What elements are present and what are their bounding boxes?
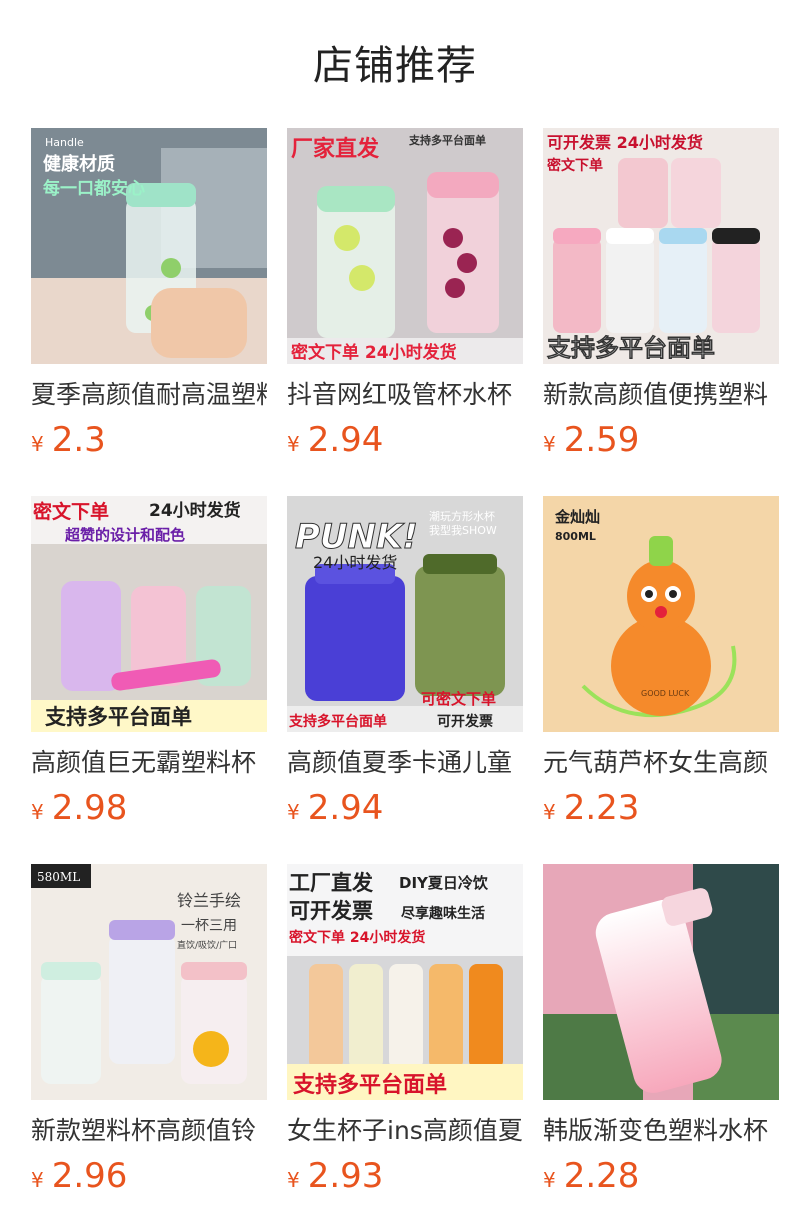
image-text: 支持多平台面单 — [547, 334, 715, 362]
image-text: GOOD LUCK — [641, 689, 690, 698]
image-text: 铃兰手绘 — [177, 891, 241, 910]
image-text: 直饮/吸饮/广口 — [177, 939, 237, 951]
image-text: 支持多平台面单 — [293, 1072, 447, 1098]
image-text: 厂家直发 — [291, 136, 380, 162]
image-text: 我型我SHOW — [429, 523, 497, 537]
image-text: 超赞的设计和配色 — [64, 526, 185, 544]
product-illustration: 金灿灿 800ML GOOD LUCK — [543, 496, 779, 732]
image-text: 尽享趣味生活 — [401, 905, 485, 922]
image-text: 密文下单 — [33, 500, 109, 523]
product-image[interactable]: 厂家直发 支持多平台面单 密文下单 24小时发货 — [287, 128, 523, 364]
product-name[interactable]: 元气葫芦杯女生高颜 — [543, 746, 779, 780]
price-value: 2.23 — [563, 788, 640, 828]
product-illustration: 580ML 铃兰手绘 一杯三用 直饮/吸饮/广口 — [31, 864, 267, 1100]
price-value: 2.94 — [307, 420, 384, 460]
product-illustration: 厂家直发 支持多平台面单 密文下单 24小时发货 — [287, 128, 523, 364]
price-value: 2.59 — [563, 420, 640, 460]
product-illustration: PUNK! 潮玩方形水杯 我型我SHOW 24小时发货 可密文下单 支持多平台面… — [287, 496, 523, 732]
product-image[interactable]: Handle 健康材质 每一口都安心 — [31, 128, 267, 364]
currency-symbol: ¥ — [31, 800, 44, 824]
image-text: 可密文下单 — [421, 690, 496, 708]
price-value: 2.96 — [51, 1156, 128, 1196]
product-price: ¥2.94 — [287, 418, 523, 462]
image-text: 24小时发货 — [149, 500, 241, 521]
store-recommendations-page: 店铺推荐 Handle 健康材质 每一口都安心 夏季高颜值耐高温塑料 ¥ 2.3… — [0, 0, 790, 1232]
product-name[interactable]: 韩版渐变色塑料水杯 — [543, 1114, 779, 1148]
image-text: 一杯三用 — [181, 918, 237, 934]
product-image[interactable]: 密文下单 24小时发货 超赞的设计和配色 支持多平台面单 — [31, 496, 267, 732]
image-text: 密文下单 — [546, 157, 603, 174]
price-value: 2.28 — [563, 1156, 640, 1196]
product-name[interactable]: 抖音网红吸管杯水杯 — [287, 378, 523, 412]
image-text: 可开发票 — [289, 899, 373, 923]
product-illustration: 可开发票 24小时发货 密文下单 支持多平台面单 — [543, 128, 779, 364]
product-price: ¥2.23 — [543, 786, 779, 830]
image-text: 密文下单 24小时发货 — [288, 929, 425, 946]
currency-symbol: ¥ — [287, 800, 300, 824]
image-text: 可开发票 — [437, 713, 493, 730]
product-illustration — [543, 864, 779, 1100]
image-text: 24小时发货 — [313, 553, 397, 572]
page-title: 店铺推荐 — [313, 43, 477, 89]
image-text: 密文下单 24小时发货 — [291, 342, 457, 363]
product-card[interactable]: 韩版渐变色塑料水杯 ¥2.28 — [543, 864, 779, 1232]
product-card[interactable]: 可开发票 24小时发货 密文下单 支持多平台面单 新款高颜值便携塑料 ¥2.59 — [543, 128, 779, 496]
product-image[interactable]: 可开发票 24小时发货 密文下单 支持多平台面单 — [543, 128, 779, 364]
product-card[interactable]: 工厂直发 DIY夏日冷饮 可开发票 尽享趣味生活 密文下单 24小时发货 支持多… — [287, 864, 523, 1232]
currency-symbol: ¥ — [543, 432, 556, 456]
product-name[interactable]: 高颜值巨无霸塑料杯 — [31, 746, 267, 780]
product-image[interactable] — [543, 864, 779, 1100]
product-card[interactable]: PUNK! 潮玩方形水杯 我型我SHOW 24小时发货 可密文下单 支持多平台面… — [287, 496, 523, 864]
product-image[interactable]: 工厂直发 DIY夏日冷饮 可开发票 尽享趣味生活 密文下单 24小时发货 支持多… — [287, 864, 523, 1100]
product-name[interactable]: 新款塑料杯高颜值铃 — [31, 1114, 267, 1148]
image-text: 工厂直发 — [289, 871, 374, 895]
image-text: 支持多平台面单 — [408, 133, 486, 147]
image-text: PUNK! — [295, 517, 418, 557]
product-price: ¥2.93 — [287, 1154, 523, 1198]
currency-symbol: ¥ — [287, 432, 300, 456]
product-price: ¥2.28 — [543, 1154, 779, 1198]
product-name[interactable]: 新款高颜值便携塑料 — [543, 378, 779, 412]
badge-text: 580ML — [37, 870, 80, 884]
product-price: ¥2.98 — [31, 786, 267, 830]
price-value: 2.93 — [307, 1156, 384, 1196]
product-card[interactable]: 厂家直发 支持多平台面单 密文下单 24小时发货 抖音网红吸管杯水杯 ¥2.94 — [287, 128, 523, 496]
price-value: 2.3 — [51, 420, 106, 460]
product-image[interactable]: PUNK! 潮玩方形水杯 我型我SHOW 24小时发货 可密文下单 支持多平台面… — [287, 496, 523, 732]
image-text: 800ML — [555, 530, 596, 543]
image-text: 可开发票 24小时发货 — [547, 133, 703, 152]
product-price: ¥2.94 — [287, 786, 523, 830]
product-illustration: Handle 健康材质 每一口都安心 — [31, 128, 267, 364]
product-card[interactable]: Handle 健康材质 每一口都安心 夏季高颜值耐高温塑料 ¥2.3 — [31, 128, 267, 496]
product-name[interactable]: 夏季高颜值耐高温塑料 — [31, 378, 267, 412]
product-grid: Handle 健康材质 每一口都安心 夏季高颜值耐高温塑料 ¥2.3 厂家直发 … — [31, 128, 779, 1232]
image-text: 潮玩方形水杯 — [429, 509, 495, 523]
currency-symbol: ¥ — [31, 432, 44, 456]
product-card[interactable]: 金灿灿 800ML GOOD LUCK 元气葫芦杯女生高颜 ¥2.23 — [543, 496, 779, 864]
product-price: ¥2.3 — [31, 418, 267, 462]
product-price: ¥2.96 — [31, 1154, 267, 1198]
currency-symbol: ¥ — [543, 800, 556, 824]
currency-symbol: ¥ — [31, 1168, 44, 1192]
image-text: DIY夏日冷饮 — [399, 874, 489, 892]
image-text: 每一口都安心 — [43, 178, 145, 199]
badge-text: Handle — [45, 136, 84, 149]
product-illustration: 工厂直发 DIY夏日冷饮 可开发票 尽享趣味生活 密文下单 24小时发货 支持多… — [287, 864, 523, 1100]
image-text: 支持多平台面单 — [288, 713, 387, 730]
image-text: 健康材质 — [43, 153, 115, 175]
currency-symbol: ¥ — [543, 1168, 556, 1192]
product-card[interactable]: 580ML 铃兰手绘 一杯三用 直饮/吸饮/广口 新款塑料杯高颜值铃 ¥2.96 — [31, 864, 267, 1232]
product-name[interactable]: 女生杯子ins高颜值夏 — [287, 1114, 523, 1148]
product-image[interactable]: 580ML 铃兰手绘 一杯三用 直饮/吸饮/广口 — [31, 864, 267, 1100]
product-name[interactable]: 高颜值夏季卡通儿童 — [287, 746, 523, 780]
product-price: ¥2.59 — [543, 418, 779, 462]
product-illustration: 密文下单 24小时发货 超赞的设计和配色 支持多平台面单 — [31, 496, 267, 732]
product-card[interactable]: 密文下单 24小时发货 超赞的设计和配色 支持多平台面单 高颜值巨无霸塑料杯 ¥… — [31, 496, 267, 864]
currency-symbol: ¥ — [287, 1168, 300, 1192]
price-value: 2.94 — [307, 788, 384, 828]
image-text: 支持多平台面单 — [45, 705, 192, 729]
image-text: 金灿灿 — [554, 508, 600, 526]
product-image[interactable]: 金灿灿 800ML GOOD LUCK — [543, 496, 779, 732]
price-value: 2.98 — [51, 788, 128, 828]
